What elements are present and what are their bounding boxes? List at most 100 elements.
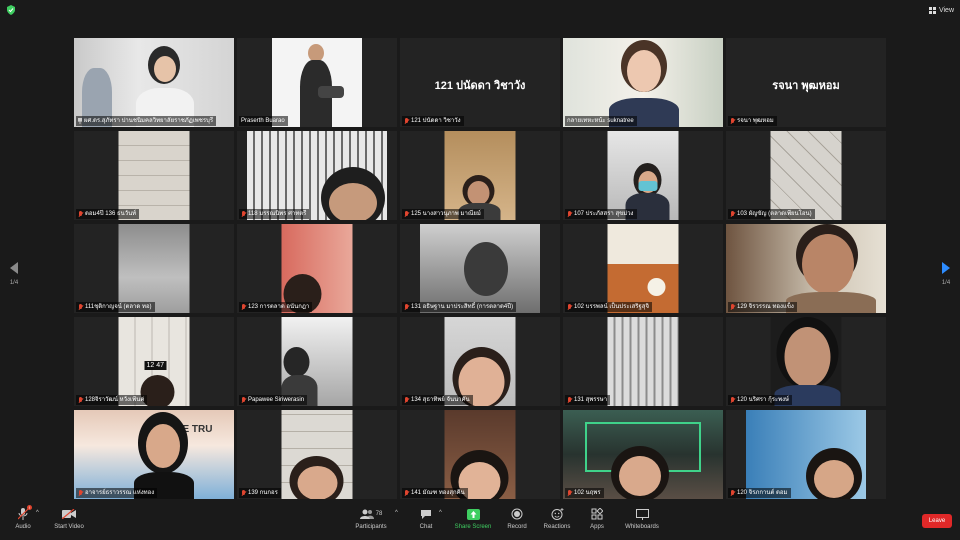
video-tile[interactable]: 123 การตลาด อนันกฎา — [237, 224, 397, 313]
start-video-button[interactable]: Start Video — [52, 507, 86, 539]
video-tile[interactable]: 102 บรรพลน์ เป็นประเสริฐสุจิ — [563, 224, 723, 313]
participant-name-label: 128จิราวัฒน์ หวังเฟ้นค่ — [76, 395, 148, 405]
mic-muted-icon — [404, 210, 409, 218]
video-tile[interactable]: OVE TRU อาจารย์ธราวรรณ แห่งทอง — [74, 410, 234, 499]
record-button[interactable]: Record — [505, 507, 529, 539]
video-tile[interactable]: 107 ประภัสสรา สุขม่วง — [563, 131, 723, 220]
mic-muted-icon — [730, 489, 735, 497]
participant-name-label: 141 มัณฑ ทองสุกคิน — [402, 488, 468, 498]
video-tile[interactable]: ดอม4ปี 136 ธนวันท์ — [74, 131, 234, 220]
mic-muted-icon — [404, 489, 409, 497]
video-tile[interactable]: 139 กนกอร — [237, 410, 397, 499]
video-tile[interactable]: Papawee Siriwerasin — [237, 317, 397, 406]
meeting-toolbar: ! Audio ^ Start Video 78 Participants ^ … — [0, 504, 960, 540]
participant-name-label: 102 นฤพร — [565, 488, 604, 498]
participant-name-label: 111ชุติกาญจน์ (ตลาด ทอ) — [76, 302, 155, 312]
chevron-left-icon — [10, 262, 18, 274]
video-camera-off-icon — [62, 509, 76, 519]
video-feed — [420, 224, 540, 313]
view-button[interactable]: View — [928, 4, 954, 16]
video-tile[interactable]: 118 มรรณนิพร ศาทตรี — [237, 131, 397, 220]
whiteboards-label: Whiteboards — [625, 524, 659, 530]
video-tile[interactable]: 141 มัณฑ ทองสุกคิน — [400, 410, 560, 499]
video-tile[interactable]: 111ชุติกาญจน์ (ตลาด ทอ) — [74, 224, 234, 313]
video-feed — [444, 410, 516, 499]
mic-muted-icon — [241, 489, 246, 497]
video-tile[interactable]: 125 นางสาวนุภาพ มาณียม์ — [400, 131, 560, 220]
video-tile[interactable]: 120 นริศรา กุ้ระพงษ์ — [726, 317, 886, 406]
previous-page-button[interactable]: 1/4 — [6, 262, 22, 286]
participant-name-label: 139 กนกอร — [239, 488, 281, 498]
reactions-button[interactable]: Reactions — [542, 507, 572, 539]
video-tile-active-speaker[interactable]: กลายเทหะหน้ะ suknatree — [563, 38, 723, 127]
video-tile[interactable]: 131 สุพรรษา — [563, 317, 723, 406]
mic-muted-icon — [730, 396, 735, 404]
participant-display-name: รจนา พุฒหอม — [772, 80, 840, 92]
next-page-button[interactable]: 1/4 — [938, 262, 954, 286]
mic-muted-icon — [404, 117, 409, 125]
audio-label: Audio — [15, 524, 31, 530]
gallery-grid: ผศ.ดร.สุภัทรา ปานชนิมคลวิทยาลัยราชภัฏเพช… — [74, 38, 886, 501]
participant-name-label: 131 อธิษฐาน มาประสิทธิ์ (การตลาด4ปี) — [402, 302, 517, 312]
video-feed — [247, 131, 387, 220]
video-tile[interactable]: 121 ปนัดดา วิชาวัง 121 ปนัดดา วิชาวัง — [400, 38, 560, 127]
video-feed — [444, 131, 516, 220]
start-video-label: Start Video — [54, 524, 84, 530]
share-screen-button[interactable]: Share Screen — [454, 507, 492, 539]
video-tile[interactable]: Praserth Buarao — [237, 38, 397, 127]
leave-button[interactable]: Leave — [922, 514, 952, 528]
video-tile[interactable]: รจนา พุฒหอม รจนา พุฒหอม — [726, 38, 886, 127]
video-feed — [118, 131, 190, 220]
participants-options-caret-icon[interactable]: ^ — [395, 510, 398, 516]
video-tile[interactable]: 12 47 128จิราวัฒน์ หวังเฟ้นค่ — [74, 317, 234, 406]
mic-muted-icon — [241, 303, 246, 311]
participants-label: Participants — [355, 524, 387, 530]
video-tile[interactable]: 103 ผัญขัญ (ตลาดเพียนโอน) — [726, 131, 886, 220]
pin-icon — [78, 118, 82, 124]
mic-muted-icon — [404, 396, 409, 404]
mic-muted-icon — [730, 210, 735, 218]
participant-name-label: 121 ปนัดดา วิชาวัง — [402, 116, 464, 126]
chat-label: Chat — [419, 524, 433, 530]
video-feed: 12 47 — [118, 317, 190, 406]
mic-muted-icon — [730, 117, 735, 125]
video-feed — [770, 317, 842, 406]
video-tile[interactable]: ผศ.ดร.สุภัทรา ปานชนิมคลวิทยาลัยราชภัฏเพช… — [74, 38, 234, 127]
share-screen-label: Share Screen — [454, 524, 492, 530]
video-tile[interactable]: 131 อธิษฐาน มาประสิทธิ์ (การตลาด4ปี) — [400, 224, 560, 313]
apps-icon — [591, 508, 603, 520]
video-feed — [607, 131, 679, 220]
participant-name-label: 123 การตลาด อนันกฎา — [239, 302, 313, 312]
mic-muted-icon — [567, 210, 572, 218]
video-feed — [607, 317, 679, 406]
participants-count: 78 — [375, 511, 383, 517]
apps-button[interactable]: Apps — [586, 507, 608, 539]
share-screen-arrow-icon — [466, 508, 480, 520]
security-shield-icon[interactable] — [6, 5, 16, 15]
participant-name-label: รจนา พุฒหอม — [728, 116, 777, 126]
record-icon — [511, 508, 523, 520]
audio-options-caret-icon[interactable]: ^ — [36, 510, 39, 516]
participant-name-label: อาจารย์ธราวรรณ แห่งทอง — [76, 488, 158, 498]
participant-name-label: 120 นริศรา กุ้ระพงษ์ — [728, 395, 792, 405]
video-tile[interactable]: 129 จิรวรรณ ทองแข็ง — [726, 224, 886, 313]
alert-badge: ! — [27, 505, 32, 510]
mic-muted-icon — [241, 210, 246, 218]
video-tile[interactable]: 120 จิรภกานต์ ดอม — [726, 410, 886, 499]
page-indicator-right: 1/4 — [941, 280, 951, 286]
video-tile[interactable]: 102 นฤพร — [563, 410, 723, 499]
audio-button[interactable]: ! Audio — [12, 505, 34, 539]
view-label: View — [938, 6, 954, 14]
participant-name-label: 125 นางสาวนุภาพ มาณียม์ — [402, 209, 484, 219]
video-feed — [281, 410, 353, 499]
whiteboards-button[interactable]: Whiteboards — [622, 507, 662, 539]
video-feed — [74, 38, 234, 127]
participants-button[interactable]: 78 Participants — [352, 507, 390, 539]
chat-options-caret-icon[interactable]: ^ — [439, 510, 442, 516]
chat-button[interactable]: Chat — [414, 507, 438, 539]
video-feed — [281, 317, 353, 406]
participant-name-label: ดอม4ปี 136 ธนวันท์ — [76, 209, 140, 219]
participant-name-label: 107 ประภัสสรา สุขม่วง — [565, 209, 637, 219]
participant-name-label: 120 จิรภกานต์ ดอม — [728, 488, 791, 498]
video-tile[interactable]: 134 สุธาทิพย์ จันนาคัน — [400, 317, 560, 406]
